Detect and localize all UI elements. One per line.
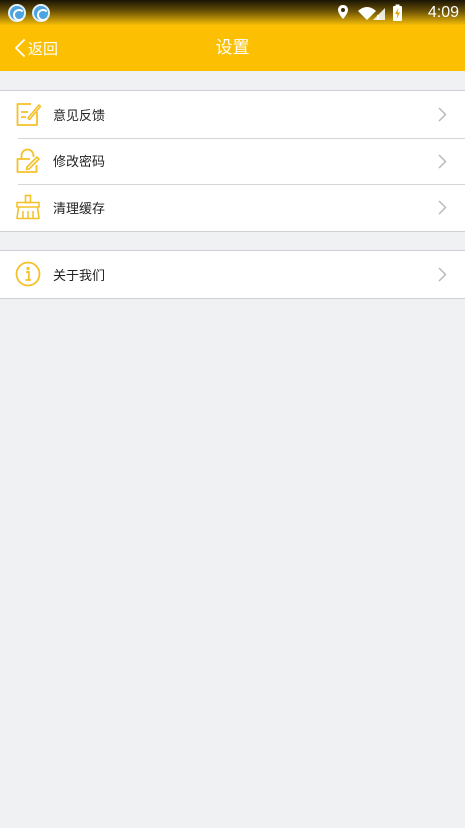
settings-item-label: 关于我们 (53, 268, 106, 284)
settings-group-about: 关于我们 (0, 250, 465, 299)
app-header: 设置 返回 (0, 25, 465, 71)
settings-item-change-password[interactable]: 修改密码 (0, 137, 465, 185)
status-time: 4:09 (427, 4, 459, 21)
page-title: 设置 (215, 38, 250, 58)
chevron-left-icon (15, 39, 25, 57)
settings-item-label: 清理缓存 (53, 201, 106, 217)
back-button[interactable]: 返回 (14, 33, 58, 63)
app-notification-icon (32, 4, 50, 22)
app-notification-icon (8, 4, 26, 22)
back-label: 返回 (28, 39, 59, 58)
location-icon (338, 5, 348, 19)
chevron-right-icon (438, 107, 447, 122)
broom-icon (16, 194, 40, 220)
chevron-right-icon (438, 200, 447, 215)
status-bar: 4:09 (0, 0, 465, 25)
chevron-right-icon (438, 267, 447, 282)
signal-icon (373, 8, 385, 20)
battery-charging-icon (393, 4, 402, 21)
chevron-right-icon (438, 153, 447, 169)
settings-item-label: 意见反馈 (53, 108, 106, 124)
lock-edit-icon (16, 148, 40, 173)
settings-item-feedback[interactable]: 意见反馈 (0, 91, 465, 138)
wifi-icon (358, 7, 376, 20)
settings-item-about-us[interactable]: 关于我们 (0, 251, 465, 298)
feedback-edit-icon (16, 103, 41, 126)
info-icon (15, 261, 41, 287)
settings-item-clear-cache[interactable]: 清理缓存 (0, 184, 465, 231)
settings-group-main: 意见反馈 修改密码 清理缓存 (0, 90, 465, 232)
settings-item-label: 修改密码 (53, 155, 106, 171)
system-status-icons (338, 4, 402, 21)
